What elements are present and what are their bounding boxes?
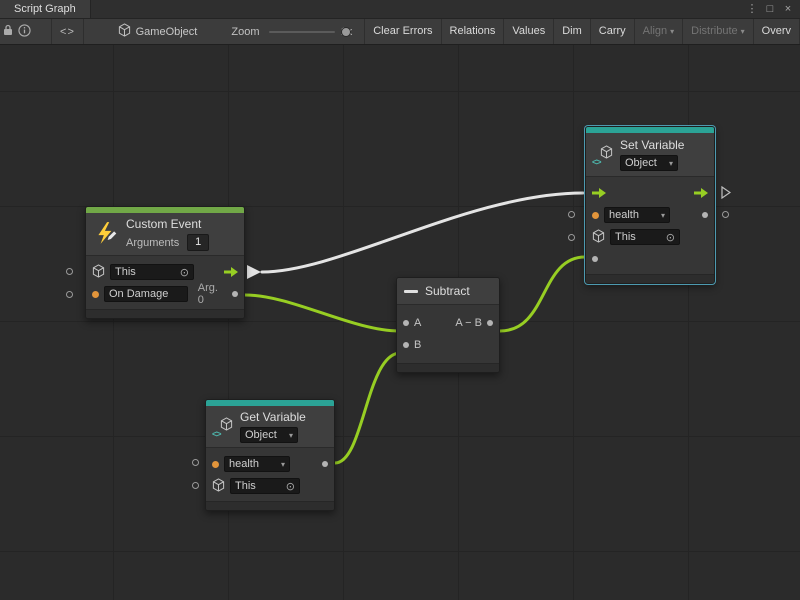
zoom-slider[interactable]: [269, 26, 334, 38]
variable-scope-dropdown[interactable]: Object ▾: [620, 155, 678, 171]
cube-icon: [212, 478, 225, 495]
variable-name-dropdown[interactable]: health ▾: [224, 456, 290, 472]
output-label: A − B: [455, 317, 482, 329]
code-icon: <>: [60, 26, 75, 38]
target-picker-icon: ⊙: [666, 231, 675, 244]
external-input-port[interactable]: [568, 211, 575, 218]
gameobject-reference[interactable]: GameObject: [118, 23, 198, 40]
variable-name-port: [592, 212, 599, 219]
node-footer: [206, 501, 334, 510]
variable-name-port: [212, 461, 219, 468]
value-wire-getvariable-to-subtract-b: [335, 353, 400, 463]
chevron-down-icon: ▾: [289, 431, 293, 440]
tab-title: Script Graph: [14, 3, 76, 15]
zoom-slider-track: [269, 31, 334, 33]
relations-button[interactable]: Relations: [441, 19, 504, 44]
flow-input-port[interactable]: [592, 188, 606, 198]
flow-wire-arrow: [247, 265, 261, 279]
node-footer: [586, 274, 714, 283]
values-button[interactable]: Values: [503, 19, 553, 44]
target-dropdown[interactable]: This ⊙: [610, 229, 680, 245]
graph-canvas[interactable]: Custom Event Arguments 1 This ⊙: [0, 45, 800, 600]
gameobject-icon: [118, 23, 131, 40]
chevron-down-icon: ▾: [670, 27, 674, 36]
dim-button[interactable]: Dim: [553, 19, 590, 44]
target-picker-icon: ⊙: [286, 480, 295, 493]
variable-name-dropdown[interactable]: health ▾: [604, 207, 670, 223]
target-dropdown[interactable]: This ⊙: [230, 478, 300, 494]
chevron-down-icon: ▾: [669, 159, 673, 168]
tab-strip: Script Graph ⋮ □ ×: [0, 0, 800, 19]
chevron-down-icon: ▾: [741, 27, 745, 36]
carry-button[interactable]: Carry: [590, 19, 634, 44]
cube-icon: [92, 264, 105, 281]
align-button[interactable]: Align▾: [634, 19, 682, 44]
input-b-label: B: [414, 339, 421, 351]
script-graph-icon-button[interactable]: <>: [51, 19, 83, 44]
gameobject-label: GameObject: [136, 26, 198, 38]
cube-icon: [592, 229, 605, 246]
external-input-port[interactable]: [66, 291, 73, 298]
node-title: Subtract: [425, 284, 470, 298]
get-variable-node[interactable]: <> Get Variable Object ▾ health ▾: [205, 399, 335, 511]
chevron-down-icon: ▾: [661, 211, 665, 220]
arg0-label: Arg. 0: [198, 282, 227, 306]
value-output-port[interactable]: [702, 212, 708, 218]
external-input-port[interactable]: [66, 268, 73, 275]
variable-scope-dropdown[interactable]: Object ▾: [240, 427, 298, 443]
graph-toolbar: <> GameObject Zoom 1x Clear Errors Relat…: [0, 19, 800, 45]
flow-output-port[interactable]: [224, 267, 238, 277]
external-input-port[interactable]: [568, 234, 575, 241]
value-wire-arg0-to-subtract-a: [245, 295, 400, 331]
node-title: Custom Event: [126, 217, 209, 231]
clear-errors-button[interactable]: Clear Errors: [364, 19, 440, 44]
external-input-port[interactable]: [192, 459, 199, 466]
input-b-port[interactable]: [403, 342, 409, 348]
output-port[interactable]: [487, 320, 493, 326]
custom-event-node[interactable]: Custom Event Arguments 1 This ⊙: [85, 206, 245, 319]
distribute-button[interactable]: Distribute▾: [682, 19, 752, 44]
script-graph-window: Script Graph ⋮ □ × <> GameObject: [0, 0, 800, 600]
subtract-icon: [404, 290, 418, 293]
subtract-node[interactable]: Subtract A A − B B: [396, 277, 500, 373]
variable-cube-icon: <>: [593, 145, 613, 165]
event-port-dot: [92, 291, 99, 298]
set-variable-node[interactable]: <> Set Variable Object ▾: [585, 126, 715, 284]
custom-event-icon: [93, 220, 119, 249]
flow-wire-customevent-to-setvariable: [262, 193, 583, 272]
tab-script-graph[interactable]: Script Graph: [0, 0, 91, 18]
node-title: Get Variable: [240, 410, 306, 424]
node-footer: [397, 363, 499, 372]
external-flow-output-triangle[interactable]: [721, 186, 731, 202]
external-input-port[interactable]: [192, 482, 199, 489]
node-footer: [86, 309, 244, 318]
lock-button[interactable]: [0, 19, 17, 44]
input-a-label: A: [414, 317, 421, 329]
zoom-label: Zoom: [231, 26, 259, 38]
flow-output-port[interactable]: [694, 188, 708, 198]
node-title: Set Variable: [620, 138, 684, 152]
event-dropdown[interactable]: On Damage: [104, 286, 188, 302]
target-picker-icon: ⊙: [180, 266, 189, 279]
info-icon: [18, 24, 31, 40]
target-dropdown[interactable]: This ⊙: [110, 264, 194, 280]
inspect-button[interactable]: [17, 19, 34, 44]
arg0-output-port[interactable]: [232, 291, 238, 297]
window-menu-icon[interactable]: ⋮: [744, 1, 760, 17]
arguments-label: Arguments: [126, 237, 179, 249]
overview-button[interactable]: Overv: [753, 19, 800, 44]
lock-icon: [2, 24, 14, 39]
arguments-input[interactable]: 1: [187, 234, 209, 251]
value-output-port[interactable]: [322, 461, 328, 467]
input-a-port[interactable]: [403, 320, 409, 326]
zoom-slider-handle[interactable]: [341, 27, 351, 37]
value-wire-subtract-to-setvariable: [500, 257, 585, 331]
variable-cube-icon: <>: [213, 417, 233, 437]
close-icon[interactable]: ×: [780, 1, 796, 17]
window-controls: ⋮ □ ×: [744, 0, 800, 18]
maximize-icon[interactable]: □: [762, 1, 778, 17]
external-output-port[interactable]: [722, 211, 729, 218]
chevron-down-icon: ▾: [281, 460, 285, 469]
value-input-port[interactable]: [592, 256, 598, 262]
